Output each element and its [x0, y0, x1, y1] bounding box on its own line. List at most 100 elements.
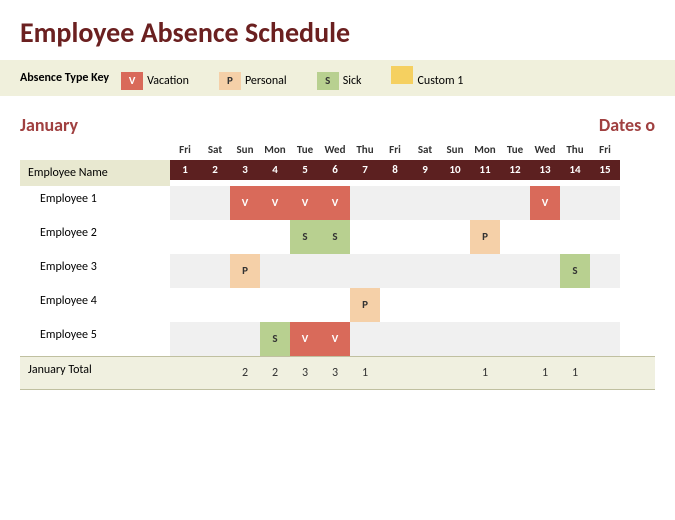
- total-cell: [170, 357, 200, 389]
- absence-cell: [560, 322, 590, 356]
- absence-cell: [590, 220, 620, 254]
- absence-cell: [380, 186, 410, 220]
- date-number: 14: [560, 160, 590, 180]
- day-name: Fri: [380, 140, 410, 160]
- absence-cell: [500, 288, 530, 322]
- date-number: 7: [350, 160, 380, 180]
- total-cell: 2: [260, 357, 290, 389]
- day-name: Tue: [290, 140, 320, 160]
- total-cell: [410, 357, 440, 389]
- schedule-grid: FriSatSunMonTueWedThuFriSatSunMonTueWedT…: [0, 140, 675, 390]
- dates-label: Dates o: [599, 114, 655, 136]
- total-cell: 1: [470, 357, 500, 389]
- absence-cell: [410, 254, 440, 288]
- absence-cell: [350, 186, 380, 220]
- absence-cell: [410, 186, 440, 220]
- legend-text: Sick: [343, 74, 362, 88]
- absence-cell: [410, 220, 440, 254]
- employee-name: Employee 5: [20, 322, 170, 356]
- legend-code-S: S: [317, 72, 339, 90]
- absence-cell: [530, 220, 560, 254]
- absence-cell: [350, 254, 380, 288]
- absence-cell: [320, 288, 350, 322]
- absence-cell: P: [350, 288, 380, 322]
- total-cell: [500, 357, 530, 389]
- absence-cell: [230, 288, 260, 322]
- legend-code-P: P: [219, 72, 241, 90]
- employee-name-header: Employee Name: [20, 160, 170, 186]
- absence-cell: [290, 254, 320, 288]
- date-number: 15: [590, 160, 620, 180]
- day-name: Mon: [470, 140, 500, 160]
- absence-cell: P: [470, 220, 500, 254]
- total-cell: [200, 357, 230, 389]
- date-number: 2: [200, 160, 230, 180]
- absence-cell: [380, 254, 410, 288]
- legend-text: Vacation: [147, 74, 189, 88]
- absence-cell: [260, 254, 290, 288]
- absence-cell: V: [530, 186, 560, 220]
- date-number: 6: [320, 160, 350, 180]
- absence-cell: [230, 220, 260, 254]
- absence-cell: [500, 322, 530, 356]
- absence-cell: [350, 220, 380, 254]
- date-number: 12: [500, 160, 530, 180]
- absence-cell: [590, 322, 620, 356]
- absence-cell: [200, 254, 230, 288]
- absence-cell: [560, 220, 590, 254]
- day-name: Fri: [590, 140, 620, 160]
- absence-cell: [410, 288, 440, 322]
- absence-cell: [170, 254, 200, 288]
- day-name: Thu: [560, 140, 590, 160]
- day-name: Wed: [530, 140, 560, 160]
- absence-cell: [380, 220, 410, 254]
- absence-cell: V: [230, 186, 260, 220]
- absence-cell: [500, 186, 530, 220]
- legend-bar: Absence Type Key VVacationPPersonalSSick…: [0, 60, 675, 96]
- absence-cell: [590, 288, 620, 322]
- absence-cell: [470, 186, 500, 220]
- page-title: Employee Absence Schedule: [0, 0, 675, 60]
- absence-cell: [560, 186, 590, 220]
- absence-cell: V: [320, 322, 350, 356]
- absence-cell: [440, 186, 470, 220]
- employee-row: Employee 5SVV: [20, 322, 655, 356]
- absence-cell: [380, 288, 410, 322]
- absence-cell: [200, 288, 230, 322]
- total-row: January Total 22331111: [20, 356, 655, 390]
- absence-cell: [470, 288, 500, 322]
- absence-cell: [170, 322, 200, 356]
- employee-row: Employee 3PS: [20, 254, 655, 288]
- absence-cell: S: [290, 220, 320, 254]
- date-number: 8: [380, 160, 410, 180]
- absence-cell: [170, 186, 200, 220]
- absence-cell: [590, 186, 620, 220]
- absence-cell: [530, 288, 560, 322]
- month-header-row: January Dates o: [0, 96, 675, 140]
- date-number: 11: [470, 160, 500, 180]
- total-cell: 2: [230, 357, 260, 389]
- date-number: 4: [260, 160, 290, 180]
- day-names-row: FriSatSunMonTueWedThuFriSatSunMonTueWedT…: [20, 140, 655, 160]
- employee-name: Employee 4: [20, 288, 170, 322]
- day-name: Sun: [440, 140, 470, 160]
- total-cell: 3: [320, 357, 350, 389]
- absence-cell: [170, 288, 200, 322]
- dates-row: Employee Name 123456789101112131415: [20, 160, 655, 186]
- spacer: [20, 140, 170, 160]
- absence-cell: V: [290, 186, 320, 220]
- legend-text: Personal: [245, 74, 287, 88]
- legend-label: Absence Type Key: [20, 71, 109, 85]
- date-number: 1: [170, 160, 200, 180]
- month-name: January: [20, 114, 170, 136]
- day-name: Thu: [350, 140, 380, 160]
- absence-cell: [320, 254, 350, 288]
- employee-name: Employee 2: [20, 220, 170, 254]
- absence-cell: [590, 254, 620, 288]
- absence-cell: [200, 186, 230, 220]
- absence-cell: [500, 220, 530, 254]
- total-cell: 3: [290, 357, 320, 389]
- absence-cell: [500, 254, 530, 288]
- total-cell: [380, 357, 410, 389]
- date-number: 5: [290, 160, 320, 180]
